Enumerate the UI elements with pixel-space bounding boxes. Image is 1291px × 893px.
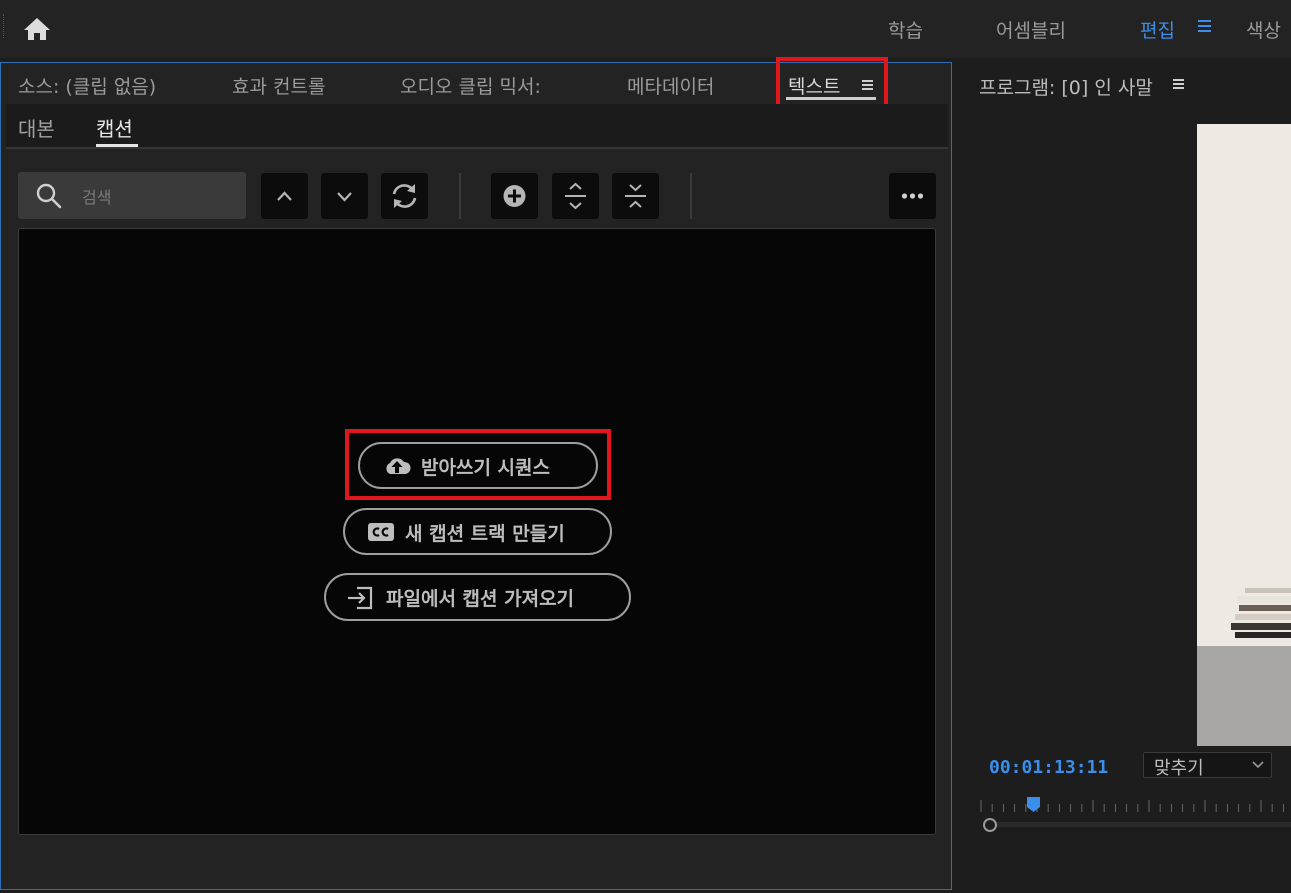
search-placeholder: 검색 (82, 188, 112, 207)
refresh-icon (392, 184, 417, 208)
zoom-fit-select[interactable]: 맞추기 (1143, 752, 1272, 779)
time-ruler[interactable] (980, 796, 1291, 816)
import-icon (348, 586, 373, 610)
chevron-down-icon (1252, 761, 1264, 769)
split-caption-button[interactable] (552, 173, 599, 219)
video-frame (1197, 124, 1291, 746)
program-title[interactable]: 프로그램: [0] 인 사말 (979, 73, 1153, 100)
chevron-up-icon (277, 191, 292, 201)
program-menu-icon[interactable] (1173, 79, 1185, 91)
toolbar-separator (690, 173, 692, 219)
create-caption-track-label: 새 캡션 트랙 만들기 (405, 523, 565, 545)
tab-source[interactable]: 소스: (클립 없음) (18, 72, 156, 99)
workspace-menu-icon[interactable] (1198, 20, 1212, 34)
expand-icon (565, 182, 586, 210)
home-icon[interactable] (22, 16, 52, 42)
tab-metadata[interactable]: 메타데이터 (627, 72, 714, 99)
previous-button[interactable] (261, 173, 308, 219)
collapse-icon (625, 184, 646, 208)
cc-icon (368, 523, 394, 541)
workspace-color[interactable]: 색상 (1246, 16, 1281, 43)
toolbar-separator (459, 173, 461, 219)
subtab-divider (6, 147, 948, 149)
tab-effect-controls[interactable]: 효과 컨트롤 (232, 72, 325, 99)
add-circle-icon (503, 185, 526, 207)
refresh-button[interactable] (381, 173, 428, 219)
search-icon (36, 183, 62, 209)
playhead-timecode[interactable]: 00:01:13:11 (989, 757, 1108, 778)
next-button[interactable] (321, 173, 368, 219)
add-caption-button[interactable] (491, 173, 538, 219)
scrub-track[interactable] (990, 822, 1291, 827)
subtab-captions[interactable]: 캡션 (96, 113, 133, 142)
video-preview[interactable] (1197, 124, 1291, 746)
zoom-fit-value: 맞추기 (1154, 758, 1204, 779)
create-caption-track-button[interactable]: 새 캡션 트랙 만들기 (343, 508, 612, 555)
ruler-ticks (980, 800, 1284, 812)
highlight-transcribe-button (345, 429, 611, 500)
more-icon (901, 193, 924, 199)
import-captions-button[interactable]: 파일에서 캡션 가져오기 (324, 573, 631, 621)
workspace-learn[interactable]: 학습 (888, 16, 923, 43)
chevron-down-icon (337, 192, 352, 202)
merge-caption-button[interactable] (612, 173, 659, 219)
more-options-button[interactable] (889, 173, 936, 219)
subtab-transcript[interactable]: 대본 (18, 113, 55, 142)
drag-grip[interactable] (3, 14, 6, 38)
workspace-assembly[interactable]: 어셈블리 (996, 16, 1066, 43)
subtab-bar (6, 104, 948, 148)
tab-audio-clip-mixer[interactable]: 오디오 클립 믹서: (400, 72, 541, 99)
playhead-marker (1027, 797, 1040, 812)
workspace-bar (0, 0, 1291, 58)
workspace-edit[interactable]: 편집 (1140, 16, 1175, 43)
import-captions-label: 파일에서 캡션 가져오기 (386, 588, 575, 610)
zoom-scroll-handle[interactable] (983, 818, 997, 832)
